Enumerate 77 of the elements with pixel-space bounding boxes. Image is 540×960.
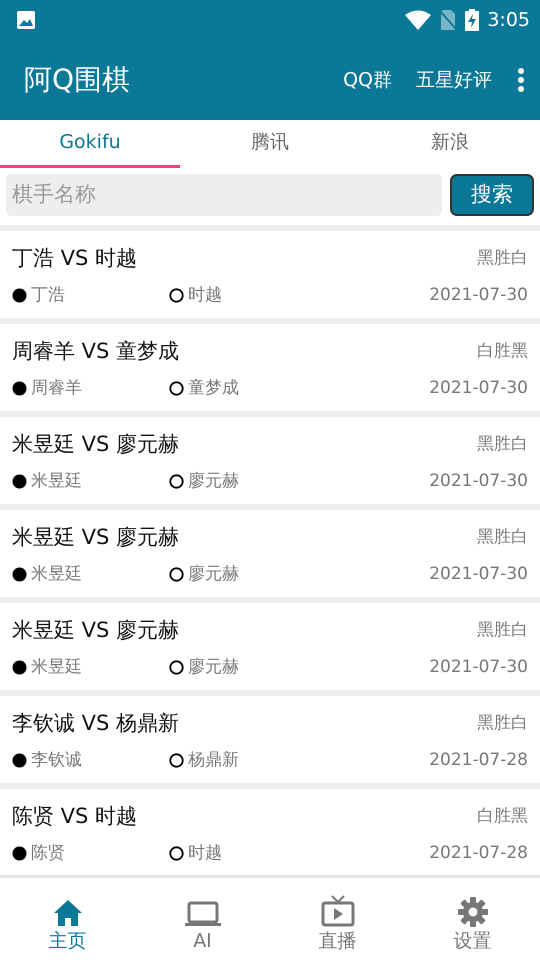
- game-date: 2021-07-30: [429, 284, 528, 306]
- game-title: 李钦诚 VS 杨鼎新: [12, 710, 180, 737]
- wifi-icon: [405, 10, 432, 30]
- player-name: 杨鼎新: [188, 748, 239, 772]
- game-result: 黑胜白: [477, 619, 528, 642]
- game-date: 2021-07-30: [429, 562, 528, 586]
- game-result: 白胜黑: [477, 805, 528, 828]
- nav-tab[interactable]: 主页: [0, 878, 135, 960]
- game-title: 米昱廷 VS 廖元赫: [12, 617, 180, 644]
- game-card[interactable]: 周睿羊 VS 童梦成 白胜黑 周睿羊 童梦成 2021-07-30: [0, 324, 540, 411]
- filled-stone-icon: [12, 288, 27, 303]
- player-name: 廖元赫: [188, 656, 239, 678]
- game-result: 黑胜白: [477, 712, 528, 735]
- player-name: 童梦成: [188, 376, 239, 400]
- game-title: 陈贤 VS 时越: [12, 803, 138, 830]
- player-name: 陈贤: [31, 842, 65, 864]
- game-date: 2021-07-30: [429, 656, 528, 678]
- game-card[interactable]: 米昱廷 VS 廖元赫 黑胜白 米昱廷 廖元赫 2021-07-30: [0, 603, 540, 690]
- player-name: 丁浩: [31, 284, 65, 306]
- nav-tab[interactable]: 直播: [270, 878, 405, 960]
- filled-stone-icon: [12, 380, 27, 396]
- game-title: 周睿羊 VS 童梦成: [12, 338, 180, 365]
- player-name: 李钦诚: [31, 748, 82, 772]
- hollow-stone-icon: [169, 566, 184, 582]
- hollow-stone-icon: [169, 752, 184, 768]
- game-title: 米昱廷 VS 廖元赫: [12, 431, 180, 458]
- settings-icon: [458, 897, 488, 928]
- filled-stone-icon: [12, 474, 27, 489]
- game-title: 米昱廷 VS 廖元赫: [12, 524, 180, 551]
- search-field[interactable]: 棋手名称: [6, 174, 442, 216]
- app-bar-action[interactable]: 五星好评: [416, 66, 492, 94]
- more-menu-icon[interactable]: [516, 67, 526, 93]
- game-card[interactable]: 李钦诚 VS 杨鼎新 黑胜白 李钦诚 杨鼎新 2021-07-28: [0, 696, 540, 783]
- no-sim-icon: [439, 10, 458, 30]
- hollow-stone-icon: [169, 846, 184, 861]
- battery-icon: [465, 9, 480, 31]
- game-card[interactable]: 丁浩 VS 时越 黑胜白 丁浩 时越 2021-07-30: [0, 231, 540, 318]
- player-name: 廖元赫: [188, 470, 239, 492]
- tab[interactable]: 新浪: [360, 120, 540, 168]
- app-bar-action[interactable]: QQ群: [343, 66, 392, 94]
- nav-tab[interactable]: 设置: [405, 878, 540, 960]
- game-result: 黑胜白: [477, 247, 528, 270]
- player-name: 时越: [188, 842, 222, 864]
- filled-stone-icon: [12, 566, 27, 582]
- search-button[interactable]: 搜索: [450, 174, 534, 216]
- game-date: 2021-07-28: [429, 748, 528, 772]
- game-card[interactable]: 米昱廷 VS 廖元赫 黑胜白 米昱廷 廖元赫 2021-07-30: [0, 510, 540, 597]
- home-icon: [52, 899, 82, 928]
- filled-stone-icon: [12, 660, 27, 675]
- game-card[interactable]: 陈贤 VS 时越 白胜黑 陈贤 时越 2021-07-28: [0, 789, 540, 876]
- game-title: 丁浩 VS 时越: [12, 245, 138, 272]
- game-card[interactable]: 米昱廷 VS 廖元赫 黑胜白 米昱廷 廖元赫 2021-07-30: [0, 417, 540, 504]
- player-name: 米昱廷: [31, 656, 82, 678]
- game-date: 2021-07-28: [429, 842, 528, 864]
- player-name: 米昱廷: [31, 562, 82, 586]
- filled-stone-icon: [12, 752, 27, 768]
- player-name: 时越: [188, 284, 222, 306]
- nav-tab[interactable]: AI: [135, 878, 270, 960]
- tv-icon: [320, 895, 354, 928]
- tab[interactable]: 腾讯: [180, 120, 360, 168]
- hollow-stone-icon: [169, 660, 184, 675]
- hollow-stone-icon: [169, 288, 184, 303]
- clock-time: 3:05: [487, 8, 530, 33]
- app-title: 阿Q围棋: [24, 62, 132, 98]
- player-name: 米昱廷: [31, 470, 82, 492]
- filled-stone-icon: [12, 846, 27, 861]
- game-result: 白胜黑: [477, 340, 528, 363]
- hollow-stone-icon: [169, 474, 184, 489]
- game-date: 2021-07-30: [429, 470, 528, 492]
- player-name: 周睿羊: [31, 376, 82, 400]
- image-icon: [16, 10, 36, 30]
- game-date: 2021-07-30: [429, 376, 528, 400]
- hollow-stone-icon: [169, 380, 184, 396]
- game-result: 黑胜白: [477, 433, 528, 456]
- player-name: 廖元赫: [188, 562, 239, 586]
- game-result: 黑胜白: [477, 526, 528, 549]
- laptop-icon: [184, 901, 220, 928]
